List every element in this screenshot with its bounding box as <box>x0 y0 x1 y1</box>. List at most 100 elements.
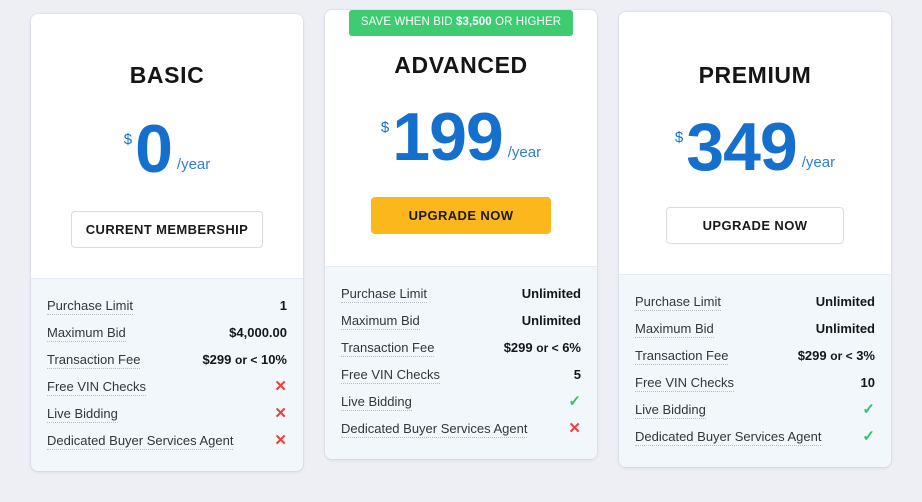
pricing-card-premium: PREMIUM $ 349 /year UPGRADE NOW Purchase… <box>619 12 891 467</box>
price-period-premium: /year <box>801 154 836 171</box>
price-basic: $ 0 /year <box>45 115 289 183</box>
price-period-basic: /year <box>176 156 211 173</box>
feature-row: Maximum Bid Unlimited <box>341 308 581 335</box>
feature-label: Dedicated Buyer Services Agent <box>635 429 822 446</box>
cta-wrap-premium: UPGRADE NOW <box>633 207 877 244</box>
feature-row: Free VIN Checks ✕ <box>47 374 287 401</box>
feature-label: Live Bidding <box>635 402 706 419</box>
feature-row: Purchase Limit Unlimited <box>341 281 581 308</box>
feature-row: Transaction Fee $299 or < 6% <box>341 335 581 362</box>
currency-symbol-basic: $ <box>123 131 133 148</box>
feature-label: Live Bidding <box>47 406 118 423</box>
feature-row: Purchase Limit 1 <box>47 293 287 320</box>
feature-label: Free VIN Checks <box>47 379 146 396</box>
cross-icon: ✕ <box>274 432 287 449</box>
feature-row: Transaction Fee $299 or < 10% <box>47 347 287 374</box>
card-head-advanced: ADVANCED $ 199 /year UPGRADE NOW <box>325 42 597 234</box>
features-list-basic: Purchase Limit 1 Maximum Bid $4,000.00 T… <box>31 278 303 471</box>
feature-label: Free VIN Checks <box>341 367 440 384</box>
feature-row: Dedicated Buyer Services Agent ✕ <box>341 416 581 443</box>
price-amount-advanced: 199 <box>392 99 503 175</box>
check-icon: ✓ <box>862 428 875 445</box>
feature-label: Dedicated Buyer Services Agent <box>341 421 528 438</box>
cta-wrap-basic: CURRENT MEMBERSHIP <box>45 211 289 248</box>
fee-operator: or < <box>830 349 853 363</box>
feature-label: Transaction Fee <box>47 352 141 369</box>
plan-name-premium: PREMIUM <box>698 62 812 88</box>
badge-suffix: OR HIGHER <box>495 16 562 28</box>
upgrade-now-button-premium[interactable]: UPGRADE NOW <box>666 207 844 244</box>
price-amount-premium: 349 <box>686 109 797 185</box>
fee-percent: 6% <box>562 340 581 355</box>
feature-row: Live Bidding ✓ <box>341 389 581 416</box>
cross-icon: ✕ <box>274 405 287 422</box>
fee-operator: or < <box>235 353 258 367</box>
feature-label: Maximum Bid <box>635 321 714 338</box>
upgrade-now-button-advanced[interactable]: UPGRADE NOW <box>371 197 551 234</box>
price-amount-basic: 0 <box>135 111 173 187</box>
current-membership-button[interactable]: CURRENT MEMBERSHIP <box>70 211 264 248</box>
feature-label: Transaction Fee <box>341 340 435 357</box>
fee-operator: or < <box>536 341 559 355</box>
fee-amount: $299 <box>202 352 232 367</box>
features-list-advanced: Purchase Limit Unlimited Maximum Bid Unl… <box>325 266 597 459</box>
feature-value: $299 or < 6% <box>504 340 581 355</box>
feature-row: Live Bidding ✓ <box>635 397 875 424</box>
feature-row: Dedicated Buyer Services Agent ✓ <box>635 424 875 451</box>
check-icon: ✓ <box>568 393 581 410</box>
save-badge: SAVE WHEN BID $3,500 OR HIGHER <box>348 10 574 36</box>
feature-row: Maximum Bid Unlimited <box>635 316 875 343</box>
feature-row: Free VIN Checks 5 <box>341 362 581 389</box>
price-advanced: $ 199 /year <box>339 103 583 171</box>
fee-percent: 3% <box>856 348 875 363</box>
feature-label: Maximum Bid <box>341 313 420 330</box>
fee-amount: $299 <box>503 340 533 355</box>
feature-label: Purchase Limit <box>47 298 133 315</box>
feature-label: Transaction Fee <box>635 348 729 365</box>
price-premium: $ 349 /year <box>633 113 877 181</box>
badge-prefix: SAVE WHEN BID <box>360 16 453 28</box>
currency-symbol-advanced: $ <box>380 119 390 136</box>
feature-label: Purchase Limit <box>635 294 721 311</box>
feature-value: Unlimited <box>815 321 875 336</box>
check-icon: ✓ <box>862 401 875 418</box>
feature-label: Purchase Limit <box>341 286 427 303</box>
feature-row: Live Bidding ✕ <box>47 401 287 428</box>
cross-icon: ✕ <box>568 420 581 437</box>
feature-row: Purchase Limit Unlimited <box>635 289 875 316</box>
feature-label: Maximum Bid <box>47 325 126 342</box>
card-head-basic: BASIC $ 0 /year CURRENT MEMBERSHIP <box>31 46 303 248</box>
feature-label: Dedicated Buyer Services Agent <box>47 433 234 450</box>
feature-value: Unlimited <box>521 313 581 328</box>
feature-value: Unlimited <box>521 286 581 301</box>
card-head-premium: PREMIUM $ 349 /year UPGRADE NOW <box>619 44 891 244</box>
feature-value: $4,000.00 <box>229 325 287 340</box>
cross-icon: ✕ <box>274 378 287 395</box>
fee-percent: 10% <box>260 352 287 367</box>
fee-amount: $299 <box>797 348 827 363</box>
feature-label: Free VIN Checks <box>635 375 734 392</box>
pricing-card-advanced: SAVE WHEN BID $3,500 OR HIGHER ADVANCED … <box>325 10 597 459</box>
price-period-advanced: /year <box>507 144 542 161</box>
feature-row: Dedicated Buyer Services Agent ✕ <box>47 428 287 455</box>
badge-slot-basic <box>31 14 303 46</box>
plan-name-basic: BASIC <box>129 62 205 88</box>
feature-row: Transaction Fee $299 or < 3% <box>635 343 875 370</box>
feature-value: 5 <box>573 367 581 382</box>
badge-slot-advanced: SAVE WHEN BID $3,500 OR HIGHER <box>325 10 597 42</box>
badge-amount: $3,500 <box>455 16 492 28</box>
currency-symbol-premium: $ <box>674 129 684 146</box>
pricing-plans-row: BASIC $ 0 /year CURRENT MEMBERSHIP Purch… <box>0 0 922 502</box>
feature-label: Live Bidding <box>341 394 412 411</box>
pricing-card-basic: BASIC $ 0 /year CURRENT MEMBERSHIP Purch… <box>31 14 303 471</box>
feature-value: $299 or < 3% <box>798 348 875 363</box>
feature-row: Free VIN Checks 10 <box>635 370 875 397</box>
plan-name-advanced: ADVANCED <box>394 52 528 78</box>
badge-slot-premium <box>619 12 891 44</box>
feature-value: $299 or < 10% <box>202 352 287 367</box>
cta-wrap-advanced: UPGRADE NOW <box>339 197 583 234</box>
features-list-premium: Purchase Limit Unlimited Maximum Bid Unl… <box>619 274 891 467</box>
feature-row: Maximum Bid $4,000.00 <box>47 320 287 347</box>
feature-value: Unlimited <box>815 294 875 309</box>
feature-value: 10 <box>860 375 875 390</box>
